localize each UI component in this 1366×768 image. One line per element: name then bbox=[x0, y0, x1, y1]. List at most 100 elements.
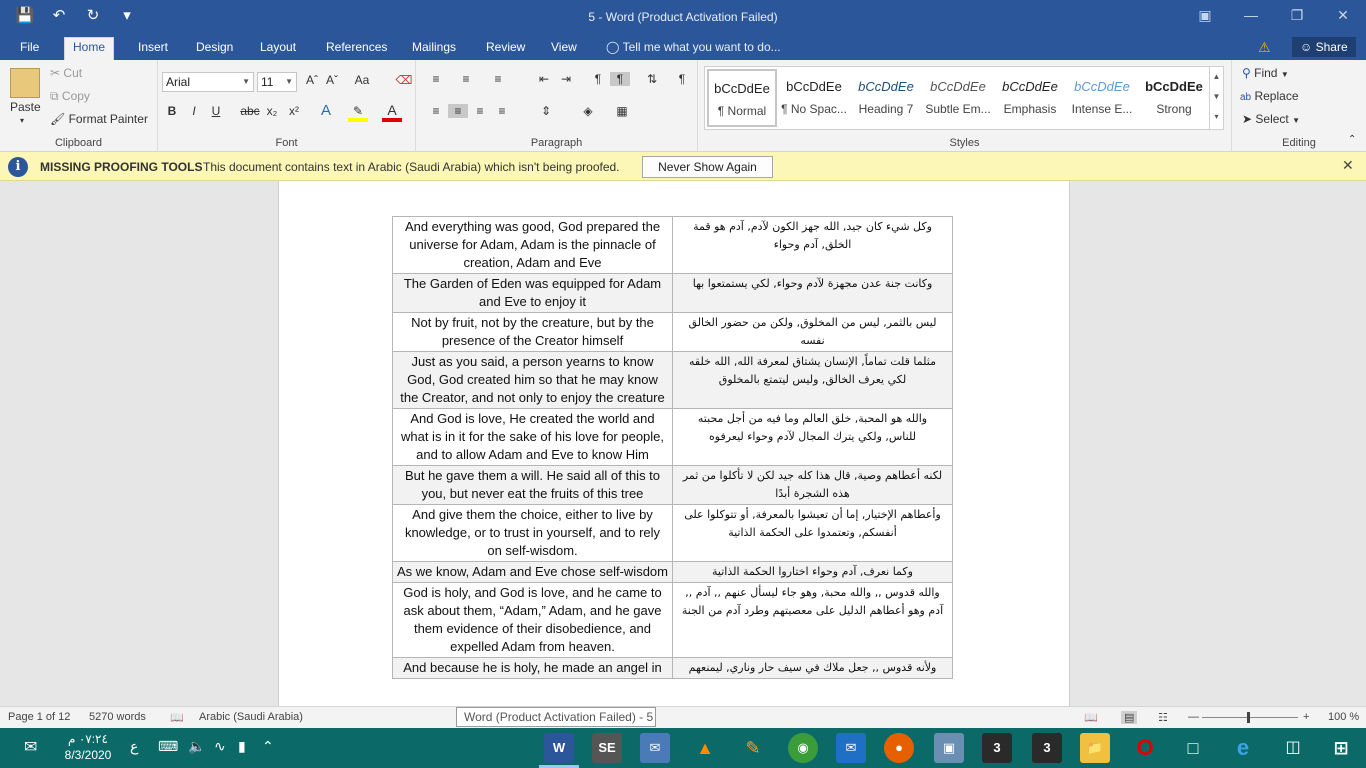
translation-table[interactable]: And everything was good, God prepared th… bbox=[392, 216, 953, 679]
tab-view[interactable]: View bbox=[543, 38, 585, 60]
decrease-indent-icon[interactable]: ⇤ bbox=[534, 72, 554, 86]
action-center-icon[interactable]: ✉ bbox=[24, 737, 37, 757]
arabic-cell[interactable]: والله هو المحبة, خلق العالم وما فيه من أ… bbox=[672, 408, 953, 466]
style-heading-7[interactable]: bCcDdEe Heading 7 bbox=[851, 69, 921, 127]
network-icon[interactable]: ∿ bbox=[214, 738, 226, 755]
app-321-icon[interactable]: 3 bbox=[982, 733, 1012, 763]
style-intense-emphasis[interactable]: bCcDdEe Intense E... bbox=[1067, 69, 1137, 127]
table-row[interactable]: The Garden of Eden was equipped for Adam… bbox=[392, 273, 953, 313]
table-row[interactable]: Just as you said, a person yearns to kno… bbox=[392, 351, 953, 409]
ribbon-display-icon[interactable]: ▣ bbox=[1182, 0, 1228, 32]
word-count[interactable]: 5270 words bbox=[89, 711, 146, 723]
format-painter-button[interactable]: 🖌 Format Painter bbox=[50, 112, 148, 126]
arabic-cell[interactable]: وكل شيء كان جيد, الله جهز الكون لآدم, آد… bbox=[672, 216, 953, 274]
minimize-icon[interactable]: — bbox=[1228, 0, 1274, 32]
english-cell[interactable]: As we know, Adam and Eve chose self-wisd… bbox=[392, 561, 673, 583]
rtl-icon[interactable]: ¶ bbox=[610, 72, 630, 86]
table-row[interactable]: Not by fruit, not by the creature, but b… bbox=[392, 312, 953, 352]
tab-review[interactable]: Review bbox=[478, 38, 533, 60]
vlc-icon[interactable]: ▲ bbox=[690, 733, 720, 763]
bullets-icon[interactable]: ≡ bbox=[426, 72, 446, 86]
mail-icon[interactable]: ✉ bbox=[836, 733, 866, 763]
subscript-icon[interactable]: x₂ bbox=[262, 104, 282, 118]
superscript-icon[interactable]: x² bbox=[284, 104, 304, 118]
keyboard-icon[interactable]: ⌨ bbox=[158, 738, 178, 755]
firefox-icon[interactable]: ● bbox=[884, 733, 914, 763]
never-show-again-button[interactable]: Never Show Again bbox=[642, 156, 773, 178]
arabic-cell[interactable]: وكما نعرف, آدم وحواء اختاروا الحكمة الذا… bbox=[672, 561, 953, 583]
zoom-level[interactable]: 100 % bbox=[1328, 711, 1359, 723]
tab-mailings[interactable]: Mailings bbox=[404, 38, 464, 60]
table-row[interactable]: And God is love, He created the world an… bbox=[392, 408, 953, 466]
english-cell[interactable]: The Garden of Eden was equipped for Adam… bbox=[392, 273, 673, 313]
paste-button[interactable]: Paste bbox=[10, 100, 41, 114]
arabic-cell[interactable]: وأعطاهم الإختيار, إما أن تعيشوا بالمعرفة… bbox=[672, 504, 953, 562]
table-row[interactable]: And everything was good, God prepared th… bbox=[392, 216, 953, 274]
align-center-icon[interactable]: ≡ bbox=[448, 104, 468, 118]
table-row[interactable]: And give them the choice, either to live… bbox=[392, 504, 953, 562]
font-color-icon[interactable]: A bbox=[382, 102, 402, 122]
task-view-icon[interactable]: ◫ bbox=[1278, 733, 1308, 763]
replace-button[interactable]: ab Replace bbox=[1240, 89, 1299, 103]
chat-app-icon[interactable]: ✉ bbox=[640, 733, 670, 763]
edge-icon[interactable]: e bbox=[1228, 733, 1258, 763]
tab-design[interactable]: Design bbox=[188, 38, 241, 60]
style-emphasis[interactable]: bCcDdEe Emphasis bbox=[995, 69, 1065, 127]
font-size-combo[interactable]: 11 ▼ bbox=[257, 72, 297, 92]
find-button[interactable]: ⚲ Find ▼ bbox=[1242, 66, 1289, 80]
proofing-icon[interactable]: 📖 bbox=[170, 711, 184, 724]
file-explorer-icon[interactable]: 📁 bbox=[1080, 733, 1110, 763]
document-area[interactable]: And everything was good, God prepared th… bbox=[0, 181, 1366, 706]
close-icon[interactable]: ✕ bbox=[1320, 0, 1366, 32]
show-marks-icon[interactable]: ¶ bbox=[672, 72, 692, 86]
english-cell[interactable]: And give them the choice, either to live… bbox=[392, 504, 673, 562]
language-indicator[interactable]: Arabic (Saudi Arabia) bbox=[199, 711, 303, 723]
bold-icon[interactable]: B bbox=[162, 104, 182, 118]
arabic-cell[interactable]: وكانت جنة عدن مجهزة لآدم وحواء, لكي يستم… bbox=[672, 273, 953, 313]
line-spacing-icon[interactable]: ⇕ bbox=[536, 104, 556, 118]
zoom-out-icon[interactable]: — bbox=[1188, 711, 1199, 723]
style-no-spacing[interactable]: bCcDdEe ¶ No Spac... bbox=[779, 69, 849, 127]
photos-icon[interactable]: ▣ bbox=[934, 733, 964, 763]
cut-button[interactable]: ✂ Cut bbox=[50, 66, 82, 80]
zoom-slider-thumb[interactable] bbox=[1247, 712, 1250, 723]
app-icon-se[interactable]: SE bbox=[592, 733, 622, 763]
store-icon[interactable]: □ bbox=[1178, 733, 1208, 763]
styles-scroll[interactable]: ▲ ▼ ▾ bbox=[1209, 67, 1223, 129]
font-name-combo[interactable]: Arial ▼ bbox=[162, 72, 254, 92]
text-effects-icon[interactable]: A bbox=[316, 102, 336, 119]
select-button[interactable]: ➤ Select ▼ bbox=[1242, 112, 1300, 126]
sort-icon[interactable]: ⇅ bbox=[642, 72, 662, 86]
grow-font-icon[interactable]: Aˆ bbox=[302, 73, 322, 87]
english-cell[interactable]: Just as you said, a person yearns to kno… bbox=[392, 351, 673, 409]
arabic-cell[interactable]: مثلما قلت تماماً, الإنسان يشتاق لمعرفة ا… bbox=[672, 351, 953, 409]
english-cell[interactable]: Not by fruit, not by the creature, but b… bbox=[392, 312, 673, 352]
tab-file[interactable]: File bbox=[12, 38, 47, 60]
battery-icon[interactable]: ▮ bbox=[238, 738, 246, 755]
align-left-icon[interactable]: ≡ bbox=[426, 104, 446, 118]
table-row[interactable]: And because he is holy, he made an angel… bbox=[392, 657, 953, 679]
copy-button[interactable]: ⧉ Copy bbox=[50, 89, 90, 104]
paste-dropdown-icon[interactable]: ▾ bbox=[20, 116, 24, 125]
tab-layout[interactable]: Layout bbox=[252, 38, 304, 60]
maximize-icon[interactable]: ❐ bbox=[1274, 0, 1320, 32]
justify-icon[interactable]: ≡ bbox=[492, 104, 512, 118]
increase-indent-icon[interactable]: ⇥ bbox=[556, 72, 576, 86]
italic-icon[interactable]: I bbox=[184, 104, 204, 118]
clear-formatting-icon[interactable]: ⌫ bbox=[394, 73, 414, 87]
shading-icon[interactable]: ◈ bbox=[578, 104, 598, 118]
word-app-icon[interactable]: W bbox=[544, 733, 574, 763]
multilevel-list-icon[interactable]: ≡ bbox=[488, 72, 508, 86]
english-cell[interactable]: And God is love, He created the world an… bbox=[392, 408, 673, 466]
start-icon[interactable]: ⊞ bbox=[1326, 733, 1356, 763]
table-row[interactable]: God is holy, and God is love, and he cam… bbox=[392, 582, 953, 658]
table-row[interactable]: But he gave them a will. He said all of … bbox=[392, 465, 953, 505]
share-button[interactable]: ☺ Share bbox=[1292, 37, 1356, 57]
style-normal[interactable]: bCcDdEe ¶ Normal bbox=[707, 69, 777, 127]
tab-insert[interactable]: Insert bbox=[130, 38, 176, 60]
tab-references[interactable]: References bbox=[318, 38, 395, 60]
warning-icon[interactable]: ⚠ bbox=[1258, 39, 1271, 56]
arabic-cell[interactable]: ولأنه قدوس ,, جعل ملاك في سيف حار وناري,… bbox=[672, 657, 953, 679]
app-321-icon-2[interactable]: 3 bbox=[1032, 733, 1062, 763]
table-row[interactable]: As we know, Adam and Eve chose self-wisd… bbox=[392, 561, 953, 583]
